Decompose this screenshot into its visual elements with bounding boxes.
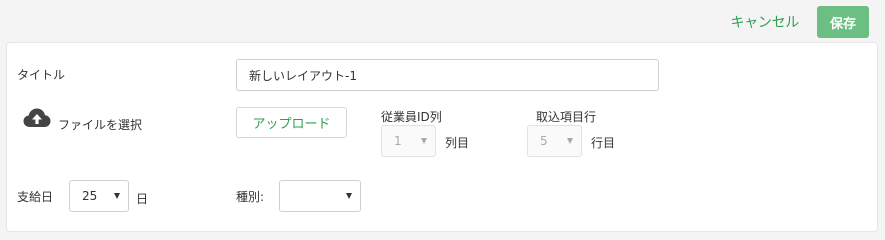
title-input[interactable] <box>236 59 659 91</box>
chevron-down-icon <box>346 193 352 199</box>
payday-label: 支給日 <box>17 190 54 204</box>
cancel-button[interactable]: キャンセル <box>731 12 800 32</box>
header-actions: キャンセル 保存 <box>731 6 869 38</box>
layout-form-panel: タイトル ファイルを選択 アップロード 従業員ID列 1 列目 取込項目行 5 … <box>6 42 878 232</box>
import-row-select[interactable]: 5 <box>527 125 582 157</box>
payday-select[interactable]: 25 <box>69 180 129 212</box>
chevron-down-icon <box>567 138 573 144</box>
type-label: 種別: <box>236 190 265 204</box>
chevron-down-icon <box>114 193 120 199</box>
row-suffix: 行目 <box>591 136 616 150</box>
employee-id-column-label: 従業員ID列 <box>381 110 442 124</box>
employee-id-column-value: 1 <box>394 134 402 148</box>
employee-id-column-select[interactable]: 1 <box>381 125 436 157</box>
cloud-upload-icon[interactable] <box>23 107 51 129</box>
payday-value: 25 <box>82 189 98 203</box>
chevron-down-icon <box>421 138 427 144</box>
title-label: タイトル <box>17 68 66 82</box>
type-select[interactable] <box>279 180 361 212</box>
import-row-value: 5 <box>540 134 548 148</box>
save-button[interactable]: 保存 <box>817 6 869 38</box>
day-suffix: 日 <box>136 192 149 206</box>
column-suffix: 列目 <box>445 136 470 150</box>
import-row-label: 取込項目行 <box>536 110 597 124</box>
file-select-label[interactable]: ファイルを選択 <box>58 116 142 133</box>
upload-button[interactable]: アップロード <box>236 107 347 138</box>
